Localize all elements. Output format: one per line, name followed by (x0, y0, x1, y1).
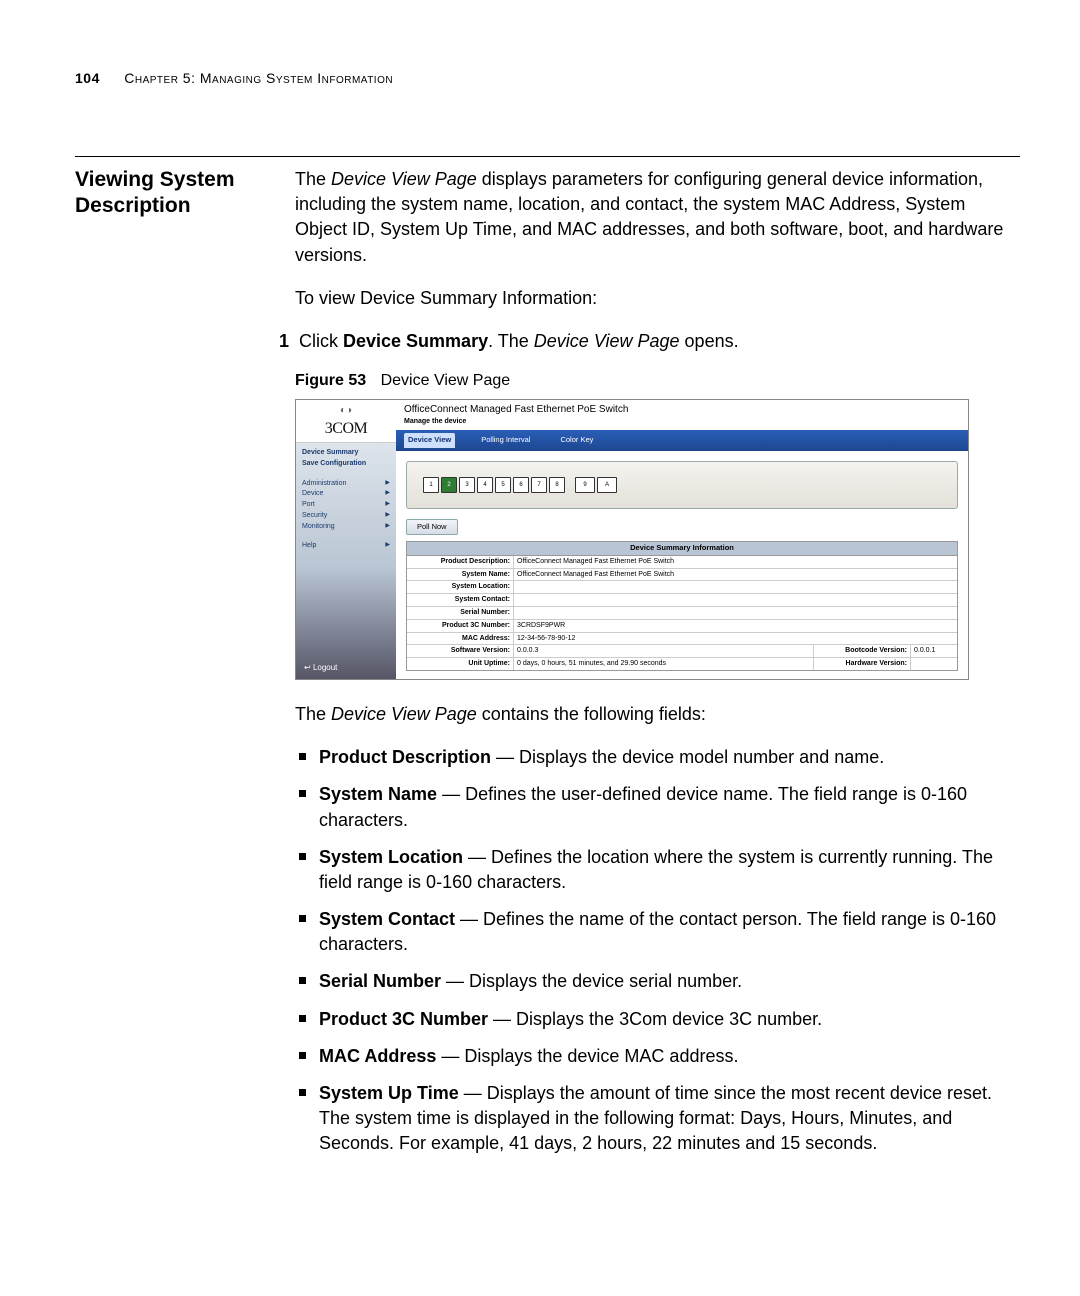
nav-device[interactable]: Device▶ (302, 489, 390, 499)
nav-administration[interactable]: Administration▶ (302, 479, 390, 489)
step-1: 1 Click Device Summary. The Device View … (295, 329, 1020, 354)
intro-paragraph: The Device View Page displays parameters… (295, 167, 1020, 268)
nav-block-mid: Administration▶ Device▶ Port▶ Security▶ … (296, 474, 396, 537)
table-row: Serial Number: (407, 607, 957, 620)
table-header: Device Summary Information (407, 542, 957, 556)
shot-subtitle: Manage the device (396, 417, 968, 431)
screenshot: ◐◑ 3COM Device Summary Save Configuratio… (295, 399, 969, 680)
fields-list: Product Description — Displays the devic… (295, 745, 1020, 1156)
main-content: The Device View Page displays parameters… (295, 167, 1020, 1169)
list-item: System Location — Defines the location w… (295, 845, 1020, 895)
tab-strip: Device View Polling Interval Color Key (396, 430, 968, 451)
chevron-right-icon: ▶ (385, 500, 390, 510)
step-number: 1 (267, 329, 289, 354)
brand-logo: 3COM (296, 418, 396, 440)
table-row: Product 3C Number:3CRDSF9PWR (407, 620, 957, 633)
port-3[interactable]: 3 (459, 477, 475, 493)
chapter-title: Chapter 5: Managing System Information (124, 70, 393, 86)
logout-link[interactable]: Logout (304, 662, 337, 673)
nav-block-top: Device Summary Save Configuration (296, 443, 396, 474)
chevron-right-icon: ▶ (385, 511, 390, 521)
table-row: System Contact: (407, 594, 957, 607)
port-6[interactable]: 6 (513, 477, 529, 493)
list-item: Serial Number — Displays the device seri… (295, 969, 1020, 994)
table-row: Software Version: 0.0.0.3 Bootcode Versi… (407, 645, 957, 658)
nav-help[interactable]: Help▶ (302, 541, 390, 551)
port-8[interactable]: 8 (549, 477, 565, 493)
tab-color-key[interactable]: Color Key (556, 433, 597, 448)
nav-security[interactable]: Security▶ (302, 511, 390, 521)
tab-polling-interval[interactable]: Polling Interval (477, 433, 534, 448)
list-item: System Up Time — Displays the amount of … (295, 1081, 1020, 1157)
table-row: Product Description:OfficeConnect Manage… (407, 556, 957, 569)
table-row: System Name:OfficeConnect Managed Fast E… (407, 569, 957, 582)
nav-save-config[interactable]: Save Configuration (302, 459, 390, 469)
nav-port[interactable]: Port▶ (302, 500, 390, 510)
globe-icon: ◐◑ (296, 404, 396, 418)
table-row: System Location: (407, 581, 957, 594)
chevron-right-icon: ▶ (385, 541, 390, 551)
figure-caption: Figure 53 Device View Page (295, 370, 1020, 392)
after-figure-text: The Device View Page contains the follow… (295, 702, 1020, 727)
shot-main: OfficeConnect Managed Fast Ethernet PoE … (396, 400, 968, 679)
port-a[interactable]: A (597, 477, 617, 493)
chevron-right-icon: ▶ (385, 479, 390, 489)
chevron-right-icon: ▶ (385, 489, 390, 499)
list-item: System Name — Defines the user-defined d… (295, 782, 1020, 832)
table-row: Unit Uptime: 0 days, 0 hours, 51 minutes… (407, 658, 957, 670)
port-panel: 1 2 3 4 5 6 7 8 9 A (406, 461, 958, 509)
list-item: MAC Address — Displays the device MAC ad… (295, 1044, 1020, 1069)
section-title: Viewing System Description (75, 167, 295, 220)
port-1[interactable]: 1 (423, 477, 439, 493)
list-item: System Contact — Defines the name of the… (295, 907, 1020, 957)
logo-area: ◐◑ 3COM (296, 400, 396, 443)
page-number: 104 (75, 70, 100, 86)
list-item: Product 3C Number — Displays the 3Com de… (295, 1007, 1020, 1032)
port-5[interactable]: 5 (495, 477, 511, 493)
port-2[interactable]: 2 (441, 477, 457, 493)
list-item: Product Description — Displays the devic… (295, 745, 1020, 770)
nav-monitoring[interactable]: Monitoring▶ (302, 522, 390, 532)
nav-block-help: Help▶ (296, 536, 396, 556)
running-head: 104 Chapter 5: Managing System Informati… (75, 70, 1020, 86)
port-9[interactable]: 9 (575, 477, 595, 493)
lead-in: To view Device Summary Information: (295, 286, 1020, 311)
port-4[interactable]: 4 (477, 477, 493, 493)
shot-title: OfficeConnect Managed Fast Ethernet PoE … (396, 400, 968, 417)
shot-sidebar: ◐◑ 3COM Device Summary Save Configuratio… (296, 400, 396, 679)
device-summary-table: Device Summary Information Product Descr… (406, 541, 958, 671)
chevron-right-icon: ▶ (385, 522, 390, 532)
port-7[interactable]: 7 (531, 477, 547, 493)
nav-device-summary[interactable]: Device Summary (302, 448, 390, 458)
poll-now-button[interactable]: Poll Now (406, 519, 458, 536)
section-rule (75, 156, 1020, 157)
table-row: MAC Address:12-34-56-78-90-12 (407, 633, 957, 646)
tab-device-view[interactable]: Device View (404, 433, 455, 448)
